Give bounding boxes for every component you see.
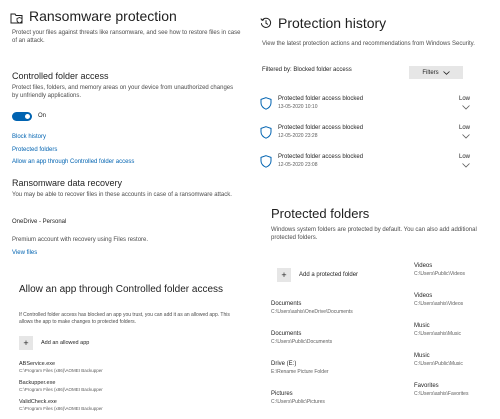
folder-name: Music (414, 353, 430, 359)
history-item-title: Protected folder access blocked (278, 125, 364, 131)
allow-app-link[interactable]: Allow an app through Controlled folder a… (12, 159, 134, 165)
app-name: ValidCheck.exe (19, 399, 57, 405)
history-item-severity: Low (458, 154, 470, 160)
folder-name: Documents (271, 331, 302, 337)
app-path: C:\Program Files (x86)\AOMEI Backupper (19, 368, 103, 373)
plus-icon: + (277, 268, 291, 282)
folder-item[interactable]: Documents C:\Users\ashis\OneDrive\Docume… (271, 301, 353, 315)
shield-icon (260, 97, 272, 110)
page-title: Ransomware protection (29, 8, 177, 24)
protected-folders-description: Windows system folders are protected by … (271, 227, 477, 241)
allowed-app-item[interactable]: ABService.exe C:\Program Files (x86)\AOM… (19, 361, 103, 373)
block-history-link[interactable]: Block history (12, 134, 46, 140)
folder-path: C:\Users\ashis\Videos (414, 301, 464, 307)
history-item-date: 13-05-2020 10:10 (278, 104, 318, 110)
filters-button[interactable]: Filters (409, 66, 463, 79)
chevron-down-icon[interactable] (462, 163, 470, 168)
add-allowed-app-button[interactable]: + Add an allowed app (19, 336, 89, 350)
plus-icon: + (19, 336, 33, 350)
chevron-down-icon[interactable] (462, 134, 470, 139)
folder-item[interactable]: Videos C:\Users\Public\Videos (414, 263, 465, 277)
account-detail: Premium account with recovery using File… (12, 237, 149, 243)
app-name: ABService.exe (19, 361, 56, 367)
folder-name: Pictures (271, 391, 293, 397)
folder-name: Documents (271, 301, 302, 307)
folder-path: C:\Users\Public\Pictures (271, 399, 325, 405)
toggle-state-label: On (38, 113, 47, 119)
onedrive-account: OneDrive - Personal (12, 219, 67, 225)
filters-button-label: Filters (422, 69, 439, 76)
folder-path: C:\Users\Public\Music (414, 361, 463, 367)
folder-item[interactable]: Drive (E:) E:\Rename Picture Folder (271, 361, 329, 375)
history-item-severity: Low (458, 96, 470, 102)
chevron-down-icon (442, 70, 450, 75)
shield-icon (260, 155, 272, 168)
folder-item[interactable]: Music C:\Users\Public\Music (414, 353, 463, 367)
data-recovery-description: You may be able to recover files in thes… (12, 192, 232, 198)
protected-folders-link[interactable]: Protected folders (12, 147, 57, 153)
folder-item[interactable]: Music C:\Users\ashis\Music (414, 323, 461, 337)
app-name: Backupper.exe (19, 380, 56, 386)
folder-shield-icon (10, 13, 23, 24)
data-recovery-heading: Ransomware data recovery (12, 178, 123, 188)
folder-path: C:\Users\ashis\Favorites (414, 391, 469, 397)
controlled-folder-access-description: Protect files, folders, and memory areas… (12, 85, 234, 99)
folder-path: E:\Rename Picture Folder (271, 369, 329, 375)
protected-folders-title: Protected folders (271, 206, 370, 221)
add-protected-folder-label: Add a protected folder (299, 272, 359, 278)
toggle-knob (25, 114, 30, 119)
history-item-title: Protected folder access blocked (278, 96, 364, 102)
folder-path: C:\Users\Public\Videos (414, 271, 466, 277)
folder-path: C:\Users\Public\Documents (271, 339, 333, 345)
history-item[interactable]: Protected folder access blocked 13-05-20… (260, 96, 472, 118)
history-clock-icon (260, 17, 272, 28)
folder-name: Videos (414, 263, 433, 269)
history-item-date: 12-05-2020 23:08 (278, 162, 318, 168)
folder-item[interactable]: Videos C:\Users\ashis\Videos (414, 293, 463, 307)
folder-name: Music (414, 323, 430, 329)
history-item-severity: Low (458, 125, 470, 131)
history-item[interactable]: Protected folder access blocked 12-05-20… (260, 154, 472, 176)
add-protected-folder-button[interactable]: + Add a protected folder (277, 268, 358, 282)
allow-app-title: Allow an app through Controlled folder a… (19, 284, 224, 295)
app-path: C:\Program Files (x86)\AOMEI Backupper (19, 406, 103, 411)
allowed-app-item[interactable]: Backupper.exe C:\Program Files (x86)\AOM… (19, 380, 103, 392)
controlled-folder-access-heading: Controlled folder access (12, 71, 109, 81)
folder-name: Drive (E:) (271, 361, 297, 367)
controlled-folder-access-toggle[interactable] (12, 112, 32, 121)
view-files-link[interactable]: View files (12, 250, 37, 256)
history-item[interactable]: Protected folder access blocked 12-05-20… (260, 125, 472, 147)
app-path: C:\Program Files (x86)\AOMEI Backupper (19, 387, 103, 392)
chevron-down-icon[interactable] (462, 105, 470, 110)
protection-history-description: View the latest protection actions and r… (262, 41, 475, 47)
history-item-date: 12-05-2020 23:28 (278, 133, 318, 139)
folder-path: C:\Users\ashis\OneDrive\Documents (271, 309, 353, 315)
folder-item[interactable]: Favorites C:\Users\ashis\Favorites (414, 383, 468, 397)
history-item-title: Protected folder access blocked (278, 154, 364, 160)
add-allowed-app-label: Add an allowed app (41, 340, 90, 346)
allowed-app-item[interactable]: ValidCheck.exe C:\Program Files (x86)\AO… (19, 399, 103, 411)
filter-label: Filtered by: Blocked folder access (262, 67, 352, 73)
folder-item[interactable]: Pictures C:\Users\Public\Pictures (271, 391, 325, 405)
folder-name: Favorites (414, 383, 439, 389)
folder-item[interactable]: Documents C:\Users\Public\Documents (271, 331, 332, 345)
allow-app-description: If Controlled folder access has blocked … (19, 312, 230, 325)
shield-icon (260, 126, 272, 139)
page-description: Protect your files against threats like … (12, 30, 241, 44)
folder-path: C:\Users\ashis\Music (414, 331, 461, 337)
folder-name: Videos (414, 293, 433, 299)
protection-history-title: Protection history (278, 15, 387, 31)
